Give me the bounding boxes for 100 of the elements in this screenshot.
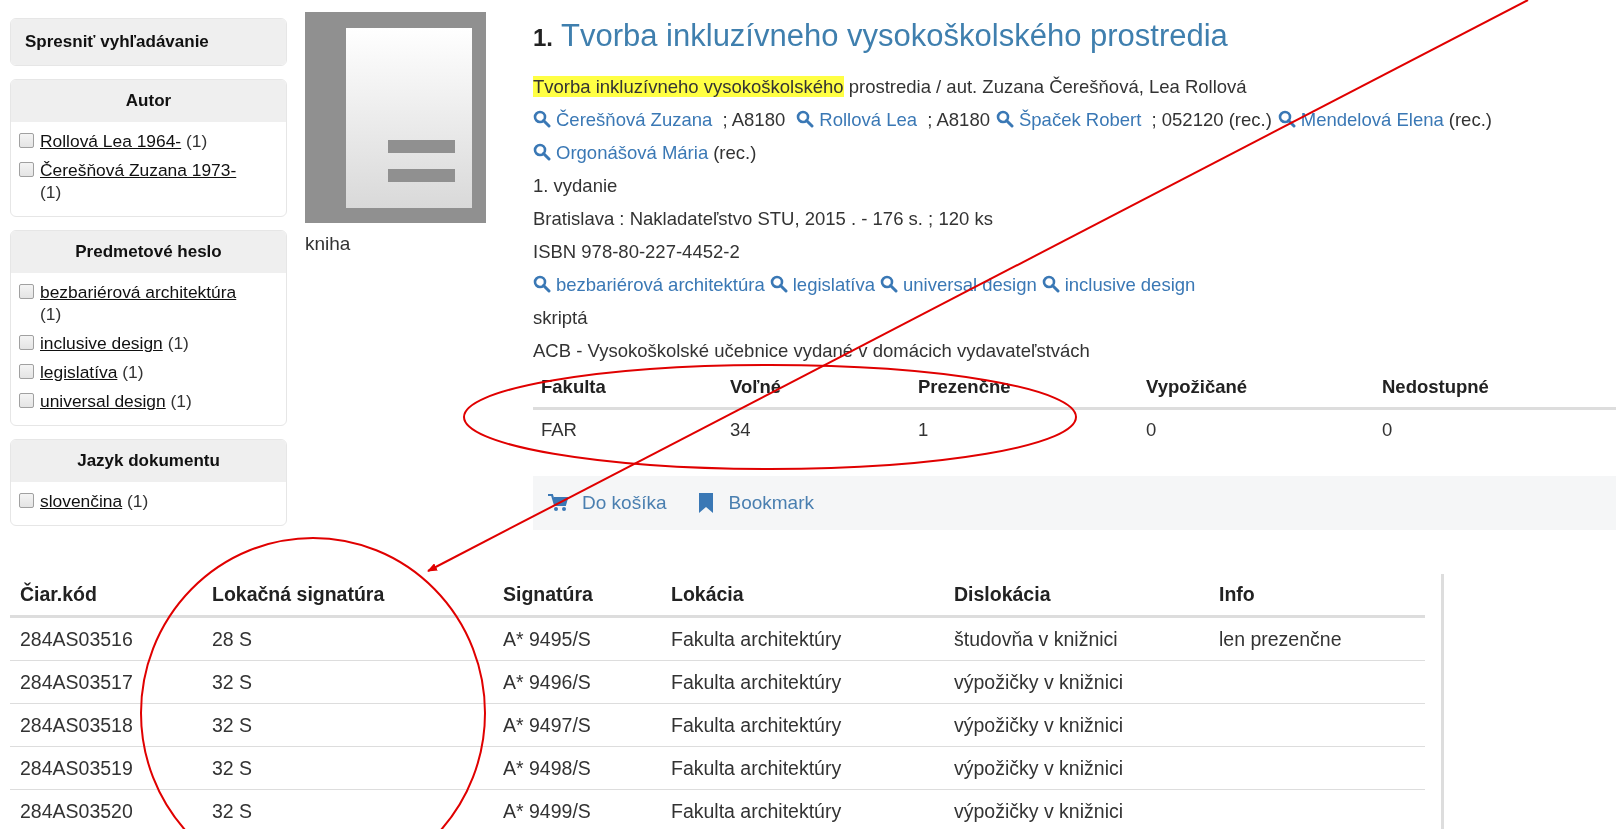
cart-icon: [548, 494, 568, 512]
edition-text: 1. vydanie: [533, 174, 619, 198]
checkbox[interactable]: [19, 162, 34, 177]
author-link[interactable]: Čerešňová Zuzana: [533, 109, 713, 130]
table-cell: 34: [722, 408, 910, 450]
table-cell: A* 9498/S: [493, 746, 661, 790]
column-header: Prezenčne: [910, 367, 1138, 409]
table-cell: 32 S: [202, 746, 493, 790]
column-header: Čiar.kód: [10, 574, 202, 617]
sidebar-title: Spresniť vyhľadávanie: [11, 19, 286, 65]
table-cell: 28 S: [202, 616, 493, 661]
table-cell: len prezenčne: [1209, 616, 1425, 661]
statement-of-responsibility: Tvorba inkluzívneho vysokoškolského prostredia / aut. Zuzana Čerešňová, Lea Rollová: [533, 75, 1248, 99]
column-header: Nedostupné: [1374, 367, 1616, 409]
subject-link[interactable]: bezbariérová architektúra: [533, 274, 765, 295]
facet-count: (1): [127, 491, 149, 511]
search-icon: [796, 110, 815, 128]
column-header: Lokačná signatúra: [202, 574, 493, 617]
table-cell: výpožičky v knižnici: [944, 746, 1209, 790]
checkbox[interactable]: [19, 364, 34, 379]
isbn-text: ISBN 978-80-227-4452-2: [533, 240, 741, 264]
search-icon: [533, 143, 551, 161]
checkbox[interactable]: [19, 393, 34, 408]
document-type: kniha: [305, 233, 352, 255]
checkbox[interactable]: [19, 335, 34, 350]
table-cell: A* 9499/S: [493, 789, 661, 829]
column-header: Voľné: [722, 367, 910, 409]
checkbox[interactable]: [19, 133, 34, 148]
action-link[interactable]: Bookmark: [698, 492, 814, 514]
table-cell: Fakulta architektúry: [661, 789, 944, 829]
table-cell: výpožičky v knižnici: [944, 789, 1209, 829]
author-note: ; 052120 (rec.): [1150, 109, 1272, 130]
table-cell: výpožičky v knižnici: [944, 703, 1209, 747]
table-cell: 32 S: [202, 660, 493, 704]
facet-link[interactable]: universal design: [40, 391, 166, 411]
table-cell: študovňa v knižnici: [944, 616, 1209, 661]
table-cell: Fakulta architektúry: [661, 703, 944, 747]
author-note: (rec.): [713, 142, 757, 163]
author-note: ; A8180: [721, 109, 787, 130]
facet-count: (1): [170, 391, 192, 411]
table-cell: 284AS03520: [10, 789, 202, 829]
search-icon: [769, 275, 788, 293]
author-note: (rec.): [1448, 109, 1492, 130]
column-header: Dislokácia: [944, 574, 1209, 617]
facet-link[interactable]: Čerešňová Zuzana 1973-: [40, 160, 237, 180]
search-icon: [995, 110, 1014, 128]
facet-link[interactable]: bezbariérová architektúra: [40, 282, 237, 302]
column-header: Info: [1209, 574, 1425, 617]
column-header: Signatúra: [493, 574, 661, 617]
subject-link[interactable]: inclusive design: [1041, 274, 1196, 295]
facet-link[interactable]: slovenčina: [40, 491, 123, 511]
search-icon: [533, 275, 551, 293]
result-number: 1.: [533, 24, 553, 51]
table-cell: FAR: [533, 408, 722, 450]
subject-link[interactable]: universal design: [880, 274, 1037, 295]
table-cell: A* 9495/S: [493, 616, 661, 661]
facet-heading: Autor: [11, 80, 286, 122]
column-header: Vypožičané: [1138, 367, 1374, 409]
facet-link[interactable]: inclusive design: [40, 333, 163, 353]
search-icon: [1041, 275, 1060, 293]
table-cell: 0: [1374, 408, 1616, 450]
table-cell: Fakulta architektúry: [661, 616, 944, 661]
table-cell: A* 9497/S: [493, 703, 661, 747]
checkbox[interactable]: [19, 493, 34, 508]
table-cell: 32 S: [202, 789, 493, 829]
table-cell: Fakulta architektúry: [661, 660, 944, 704]
table-cell: 32 S: [202, 703, 493, 747]
column-header: Fakulta: [533, 367, 722, 409]
facet-link[interactable]: Rollová Lea 1964-: [40, 131, 182, 151]
author-link[interactable]: Mendelová Elena: [1277, 109, 1444, 130]
table-cell: A* 9496/S: [493, 660, 661, 704]
table-cell: výpožičky v knižnici: [944, 660, 1209, 704]
table-cell: 284AS03518: [10, 703, 202, 747]
collection-text: ACB - Vysokoškolské učebnice vydané v domácich vydavateľstvách: [533, 339, 1091, 363]
author-link[interactable]: Orgonášová Mária: [533, 142, 709, 163]
table-cell: 284AS03519: [10, 746, 202, 790]
search-icon: [533, 110, 551, 128]
author-note: ; A8180: [926, 109, 990, 130]
facet-count: (1): [122, 362, 144, 382]
author-link[interactable]: Špaček Robert: [995, 109, 1142, 130]
table-cell: 284AS03516: [10, 616, 202, 661]
book-cover-icon: [305, 12, 486, 223]
subject-link[interactable]: legislatíva: [769, 274, 875, 295]
facet-count: (1): [186, 131, 208, 151]
record-title-link[interactable]: Tvorba inkluzívneho vysokoškolského prostredia: [561, 18, 1228, 53]
action-link[interactable]: Do košíka: [548, 492, 667, 514]
facet-count: (1): [40, 304, 62, 324]
facet-link[interactable]: legislatíva: [40, 362, 118, 382]
search-icon: [1277, 110, 1296, 128]
table-cell: 1: [910, 408, 1138, 450]
search-icon: [880, 275, 898, 293]
author-link[interactable]: Rollová Lea: [796, 109, 918, 130]
facet-heading: Predmetové heslo: [11, 231, 286, 273]
facet-heading: Jazyk dokumentu: [11, 440, 286, 482]
facet-count: (1): [167, 333, 189, 353]
bookmark-icon: [698, 493, 715, 513]
checkbox[interactable]: [19, 284, 34, 299]
facet-count: (1): [40, 182, 62, 202]
column-header: Lokácia: [661, 574, 944, 617]
table-cell: 0: [1138, 408, 1374, 450]
